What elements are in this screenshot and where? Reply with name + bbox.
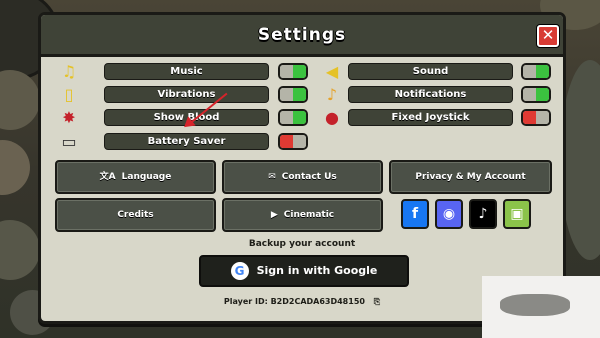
sound-row: ◀ Sound <box>319 61 579 83</box>
vibrations-label: Vibrations <box>104 86 269 103</box>
settings-header: Settings ✕ <box>41 15 563 57</box>
joystick-icon: ● <box>325 108 339 127</box>
game-controller-icon[interactable]: ▣ <box>503 199 531 229</box>
music-label: Music <box>104 63 269 80</box>
contact-us-button[interactable]: ✉ Contact Us <box>222 160 383 194</box>
battery-saver-toggle[interactable] <box>278 133 308 150</box>
language-label: Language <box>121 172 172 182</box>
battery-saver-label: Battery Saver <box>104 133 269 150</box>
credits-button[interactable]: Credits <box>55 198 216 232</box>
credits-label: Credits <box>117 210 154 220</box>
battery-saver-row: ▭ Battery Saver <box>56 131 316 153</box>
overlay-patch <box>482 276 600 338</box>
tiktok-icon[interactable]: ♪ <box>469 199 497 229</box>
translate-icon: 文A <box>99 171 116 182</box>
google-icon: G <box>230 262 249 280</box>
copy-icon[interactable]: ⎘ <box>374 297 380 306</box>
fixed-joystick-toggle[interactable] <box>521 109 551 126</box>
hud-button-left-1[interactable] <box>0 70 40 130</box>
close-icon: ✕ <box>541 26 555 44</box>
mail-icon: ✉ <box>268 171 276 182</box>
discord-icon[interactable]: ◉ <box>435 199 463 229</box>
close-button[interactable]: ✕ <box>537 25 559 47</box>
camera-icon: ▶ <box>270 209 278 220</box>
notifications-label: Notifications <box>348 86 513 103</box>
google-signin-button[interactable]: G Sign in with Google <box>199 255 409 287</box>
notifications-toggle[interactable] <box>521 86 551 103</box>
battery-icon: ▭ <box>61 132 77 151</box>
notifications-row: ♪ Notifications <box>319 84 579 106</box>
privacy-label: Privacy & My Account <box>415 172 526 182</box>
cinematic-button[interactable]: ▶ Cinematic <box>222 198 383 232</box>
music-row: ♫ Music <box>56 61 316 83</box>
sound-toggle[interactable] <box>521 63 551 80</box>
music-toggle[interactable] <box>278 63 308 80</box>
player-id-text: Player ID: B2D2CADA63D48150 <box>223 297 365 306</box>
show-blood-toggle[interactable] <box>278 109 308 126</box>
google-signin-label: Sign in with Google <box>256 264 378 277</box>
cinematic-label: Cinematic <box>283 210 335 220</box>
fixed-joystick-row: ● Fixed Joystick <box>319 107 579 129</box>
privacy-button[interactable]: Privacy & My Account <box>389 160 552 194</box>
speaker-icon: ◀ <box>325 62 339 81</box>
language-button[interactable]: 文A Language <box>55 160 216 194</box>
vibrations-row: ▯ Vibrations <box>56 84 316 106</box>
settings-title: Settings <box>257 25 347 45</box>
blood-icon: ✸ <box>62 108 76 127</box>
fixed-joystick-label: Fixed Joystick <box>348 109 513 126</box>
bell-icon: ♪ <box>326 85 338 104</box>
hud-button-left-2[interactable] <box>0 140 30 195</box>
music-icon: ♫ <box>61 62 77 81</box>
facebook-icon[interactable]: f <box>401 199 429 229</box>
vibration-icon: ▯ <box>64 85 74 104</box>
vibrations-toggle[interactable] <box>278 86 308 103</box>
contact-us-label: Contact Us <box>281 172 337 182</box>
hud-button-left-3[interactable] <box>0 220 40 280</box>
sound-label: Sound <box>348 63 513 80</box>
backup-label: Backup your account <box>248 239 356 249</box>
